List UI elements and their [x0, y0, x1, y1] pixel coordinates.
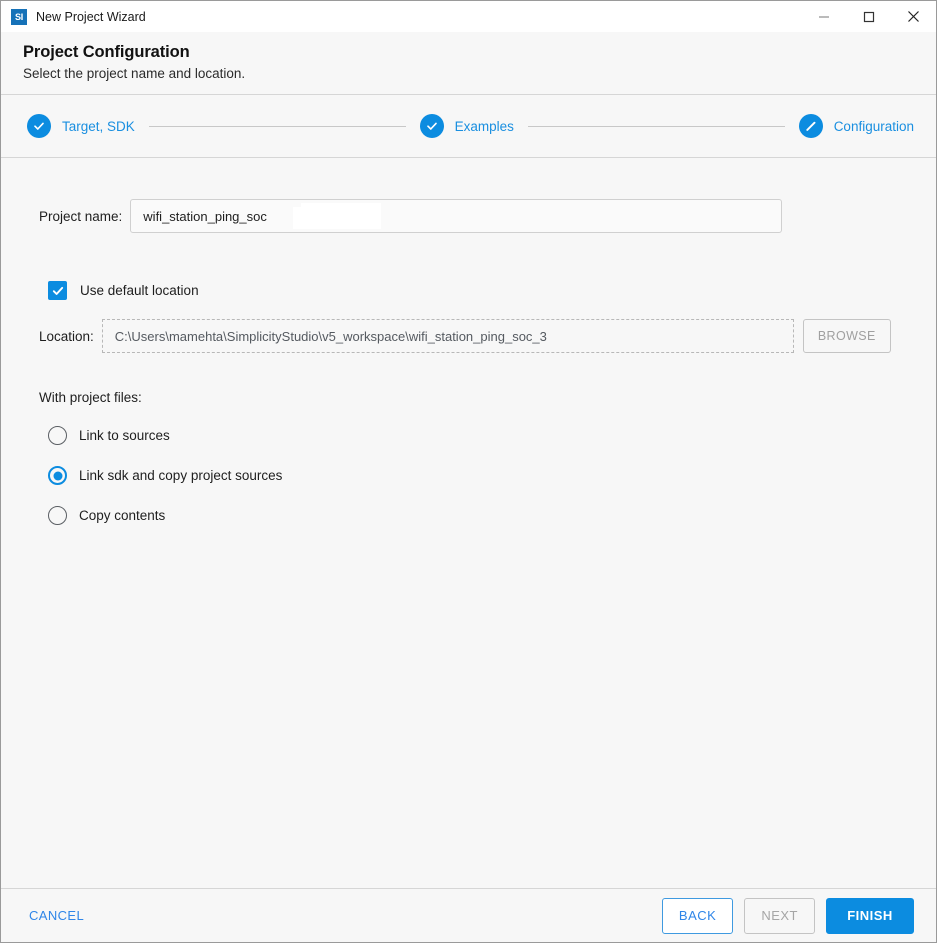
pencil-icon: [798, 114, 823, 138]
wizard-footer: CANCEL BACK NEXT FINISH: [1, 888, 936, 942]
title-bar: SI New Project Wizard: [1, 1, 936, 32]
radio-label-copy-contents: Copy contents: [79, 508, 166, 523]
radio-link-sdk-copy-sources[interactable]: [48, 466, 67, 485]
app-icon: SI: [11, 8, 27, 25]
check-icon: [27, 114, 51, 138]
step-label-target-sdk: Target, SDK: [62, 118, 135, 134]
radio-label-link-to-sources: Link to sources: [79, 428, 170, 443]
page-header: Project Configuration Select the project…: [1, 32, 936, 95]
new-project-wizard-window: SI New Project Wizard Project Configurat…: [0, 0, 937, 943]
back-button[interactable]: BACK: [661, 897, 734, 934]
close-icon[interactable]: [891, 1, 936, 32]
radio-copy-contents[interactable]: [48, 506, 67, 525]
step-connector-2: [527, 125, 785, 127]
wizard-content: Project name: wifi_station_ping_soc Use …: [1, 158, 936, 888]
minimize-icon[interactable]: [801, 1, 846, 32]
window-title: New Project Wizard: [36, 9, 146, 24]
step-label-examples: Examples: [454, 118, 514, 134]
project-name-value: wifi_station_ping_soc: [143, 208, 267, 224]
next-button: NEXT: [744, 897, 815, 934]
check-icon: [419, 114, 444, 138]
project-name-input[interactable]: wifi_station_ping_soc: [130, 199, 783, 233]
step-target-sdk[interactable]: Target, SDK: [27, 114, 135, 138]
project-files-label: With project files:: [39, 390, 142, 405]
radio-row-link-to-sources[interactable]: Link to sources: [48, 426, 936, 445]
use-default-location-label: Use default location: [80, 283, 199, 298]
browse-button[interactable]: BROWSE: [802, 319, 891, 353]
location-input[interactable]: C:\Users\mamehta\SimplicityStudio\v5_wor…: [101, 319, 794, 353]
step-connector-1: [148, 125, 406, 127]
window-controls: [801, 1, 936, 32]
radio-label-link-sdk-copy-sources: Link sdk and copy project sources: [79, 468, 283, 483]
cancel-button[interactable]: CANCEL: [29, 908, 84, 923]
use-default-location-row[interactable]: Use default location: [1, 233, 936, 300]
radio-link-to-sources[interactable]: [48, 426, 67, 445]
redaction-overlay: [293, 203, 382, 229]
maximize-icon[interactable]: [846, 1, 891, 32]
use-default-location-checkbox[interactable]: [48, 281, 67, 300]
step-label-configuration: Configuration: [833, 118, 914, 134]
location-value: C:\Users\mamehta\SimplicityStudio\v5_wor…: [114, 328, 547, 344]
radio-row-link-sdk-copy-sources[interactable]: Link sdk and copy project sources: [48, 466, 936, 485]
finish-button[interactable]: FINISH: [826, 897, 914, 934]
project-files-radio-group: Link to sources Link sdk and copy projec…: [1, 426, 936, 525]
page-title: Project Configuration: [23, 43, 190, 61]
step-configuration[interactable]: Configuration: [798, 114, 914, 138]
page-subtitle: Select the project name and location.: [23, 66, 246, 81]
project-name-row: Project name: wifi_station_ping_soc: [1, 158, 936, 233]
location-row: Location: C:\Users\mamehta\SimplicityStu…: [1, 300, 936, 353]
step-examples[interactable]: Examples: [419, 114, 514, 138]
wizard-stepper: Target, SDK Examples Configuration: [1, 95, 936, 158]
project-name-label: Project name:: [39, 208, 123, 224]
radio-row-copy-contents[interactable]: Copy contents: [48, 506, 936, 525]
location-label: Location:: [39, 328, 94, 344]
